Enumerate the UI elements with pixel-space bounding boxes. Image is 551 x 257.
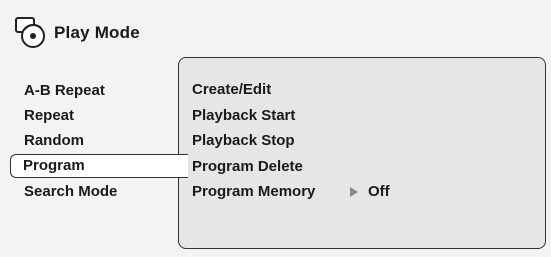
menu-item-ab-repeat[interactable]: A-B Repeat (0, 78, 185, 103)
menu-item-program[interactable]: Program (10, 154, 188, 178)
program-memory-value[interactable]: Off (368, 179, 390, 205)
submenu-item-playback-stop[interactable]: Playback Stop (192, 128, 532, 154)
disc-settings-icon (15, 17, 45, 48)
submenu-item-create-edit[interactable]: Create/Edit (192, 77, 532, 103)
submenu-item-program-memory[interactable]: Program Memory Off (192, 179, 532, 205)
header: Play Mode (14, 16, 140, 50)
page-title: Play Mode (54, 23, 140, 42)
arrow-right-icon (350, 186, 358, 197)
menu-item-random[interactable]: Random (0, 128, 185, 153)
play-mode-menu: A-B Repeat Repeat Random Program Search … (0, 78, 188, 204)
submenu-item-playback-start[interactable]: Playback Start (192, 103, 532, 129)
submenu-item-label: Playback Stop (192, 132, 295, 149)
play-mode-screen: Play Mode A-B Repeat Repeat Random Progr… (0, 0, 551, 257)
submenu-item-program-delete[interactable]: Program Delete (192, 154, 532, 180)
submenu-item-label: Playback Start (192, 106, 296, 124)
submenu-item-label: Program Memory (192, 183, 316, 200)
menu-item-repeat[interactable]: Repeat (0, 103, 185, 128)
submenu-item-label: Program Delete (192, 157, 303, 175)
program-submenu: Create/Edit Playback Start Playback Stop… (192, 77, 532, 205)
menu-item-search-mode[interactable]: Search Mode (0, 179, 185, 204)
submenu-item-label: Create/Edit (192, 81, 272, 98)
